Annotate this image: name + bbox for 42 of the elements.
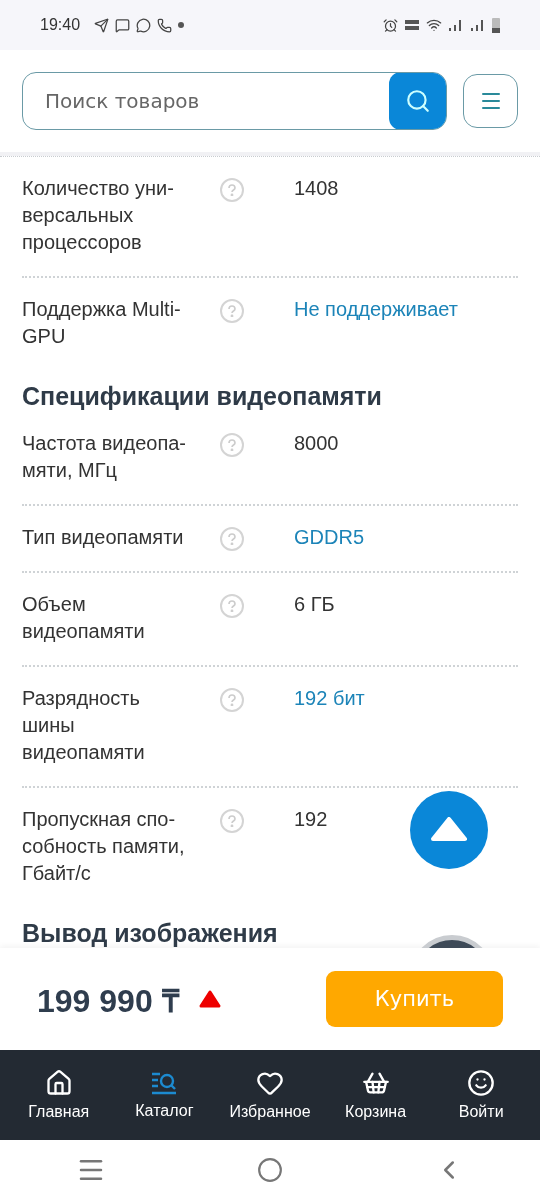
message-icon	[136, 17, 152, 33]
nav-item[interactable]: Войти	[428, 1068, 534, 1122]
nav-item[interactable]: Избранное	[217, 1068, 323, 1122]
battery-icon	[492, 17, 500, 33]
spec-label: Частота видеопа- мяти, МГц	[22, 431, 187, 483]
dot-icon	[178, 22, 185, 28]
spec-value-link[interactable]: 192 бит	[294, 685, 365, 712]
heart-icon	[256, 1069, 284, 1097]
spec-label: Разрядность шины видеопамяти	[22, 686, 146, 765]
home-circle-icon[interactable]	[257, 1157, 283, 1183]
wifi-icon	[426, 17, 442, 33]
catalog-icon	[150, 1070, 179, 1096]
smiley-icon	[467, 1069, 496, 1097]
search-field[interactable]: Поиск товаров	[22, 72, 447, 130]
triangle-icon	[198, 990, 221, 1008]
spec-label: Количество уни- версальных процессоров	[22, 176, 175, 255]
alarm-icon	[383, 17, 398, 33]
chat-icon	[115, 17, 131, 33]
spec-value: 6 ГБ	[294, 592, 335, 617]
spec-value: 192	[294, 807, 328, 832]
spec-value: 8000	[294, 431, 339, 456]
spec-label: Пропускная спо- собность памяти, Гбайт/с	[22, 807, 186, 886]
spec-label: Объем видеопамяти	[22, 592, 146, 644]
search-button[interactable]	[389, 73, 446, 129]
spec-value: 1408	[294, 176, 339, 201]
search-icon	[404, 88, 431, 114]
spec-value-link[interactable]: Не поддерживает	[294, 296, 458, 323]
spec-label: Тип видеопамяти	[22, 525, 185, 550]
spec-label: Поддержка Multi- GPU	[22, 297, 182, 349]
nav-item[interactable]: Корзина	[322, 1068, 429, 1122]
signal-icon	[470, 18, 486, 32]
price: 199 990 ₸	[37, 981, 179, 1021]
section-title: Спецификации видеопамяти	[22, 381, 382, 412]
status-time: 19:40	[40, 16, 81, 34]
spec-value-link[interactable]: GDDR5	[294, 524, 364, 551]
home-icon	[44, 1069, 73, 1097]
arrow-up-icon	[431, 817, 467, 843]
signal-icon	[448, 18, 464, 32]
section-title: Вывод изображения	[22, 918, 278, 948]
nav-item[interactable]: Каталог	[111, 1069, 218, 1121]
menu-button[interactable]	[463, 74, 518, 128]
nav-item[interactable]: Главная	[6, 1068, 112, 1122]
